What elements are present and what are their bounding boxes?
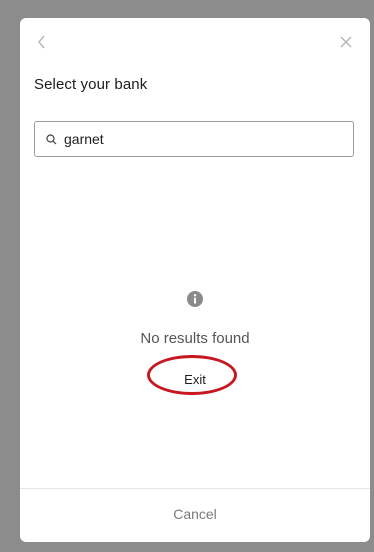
no-results-message: No results found [140,330,250,347]
cancel-button[interactable]: Cancel [20,489,370,539]
search-input[interactable] [64,131,324,147]
modal-nav-bar [20,18,370,68]
search-icon [45,133,57,145]
exit-button[interactable]: Exit [153,365,237,393]
bank-select-modal: Select your bank No results found Exit C… [20,18,370,542]
chevron-left-icon [38,35,45,49]
modal-title: Select your bank [34,76,148,93]
info-icon [187,291,203,307]
back-button[interactable] [30,30,54,54]
close-button[interactable] [334,30,358,54]
search-field[interactable] [34,121,354,157]
close-icon [340,36,352,48]
